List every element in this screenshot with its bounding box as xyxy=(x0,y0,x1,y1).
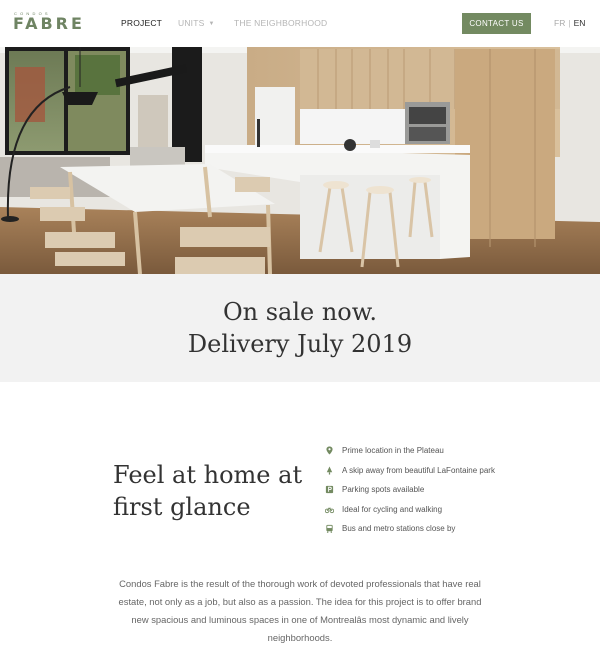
feature-text: Bus and metro stations close by xyxy=(342,524,456,533)
caret-down-icon: ▼ xyxy=(208,21,215,27)
feature-text: Prime location in the Plateau xyxy=(342,446,444,455)
sale-banner: On sale now. Delivery July 2019 xyxy=(0,274,600,382)
intro-heading: Feel at home at first glance xyxy=(113,459,302,523)
lang-fr[interactable]: FR xyxy=(554,18,565,28)
lang-en[interactable]: EN xyxy=(574,18,586,28)
language-switcher: FR | EN xyxy=(554,18,585,28)
kitchen-photo xyxy=(0,47,600,274)
intro-paragraph: Condos Fabre is the result of the thorou… xyxy=(118,578,482,643)
bicycle-icon xyxy=(325,506,334,513)
contact-button[interactable]: CONTACT US xyxy=(462,13,531,34)
site-header: CONDOS FABRE PROJECT UNITS ▼ THE NEIGHBOR… xyxy=(0,0,600,47)
feature-text: Parking spots available xyxy=(342,485,425,494)
lang-separator: | xyxy=(568,18,571,28)
logo-wordmark: FABRE xyxy=(13,14,85,33)
feature-text: A skip away from beautiful LaFontaine pa… xyxy=(342,465,495,475)
intro-heading-line1: Feel at home at xyxy=(113,461,303,489)
nav-neighborhood[interactable]: THE NEIGHBORHOOD xyxy=(234,18,327,28)
nav-units[interactable]: UNITS ▼ xyxy=(178,18,215,28)
intro-heading-line2: first glance xyxy=(113,493,251,521)
logo[interactable]: CONDOS FABRE xyxy=(13,12,85,32)
bus-icon xyxy=(326,524,333,533)
delivery-date: Delivery July 2019 xyxy=(187,330,413,358)
parking-icon xyxy=(325,485,334,494)
map-pin-icon xyxy=(326,446,333,455)
feature-text: Ideal for cycling and walking xyxy=(342,504,443,514)
sale-headline: On sale now. xyxy=(222,298,378,326)
hero-image xyxy=(0,47,600,274)
nav-units-label: UNITS xyxy=(178,18,205,28)
nav-project[interactable]: PROJECT xyxy=(121,18,162,28)
tree-icon xyxy=(326,465,333,475)
